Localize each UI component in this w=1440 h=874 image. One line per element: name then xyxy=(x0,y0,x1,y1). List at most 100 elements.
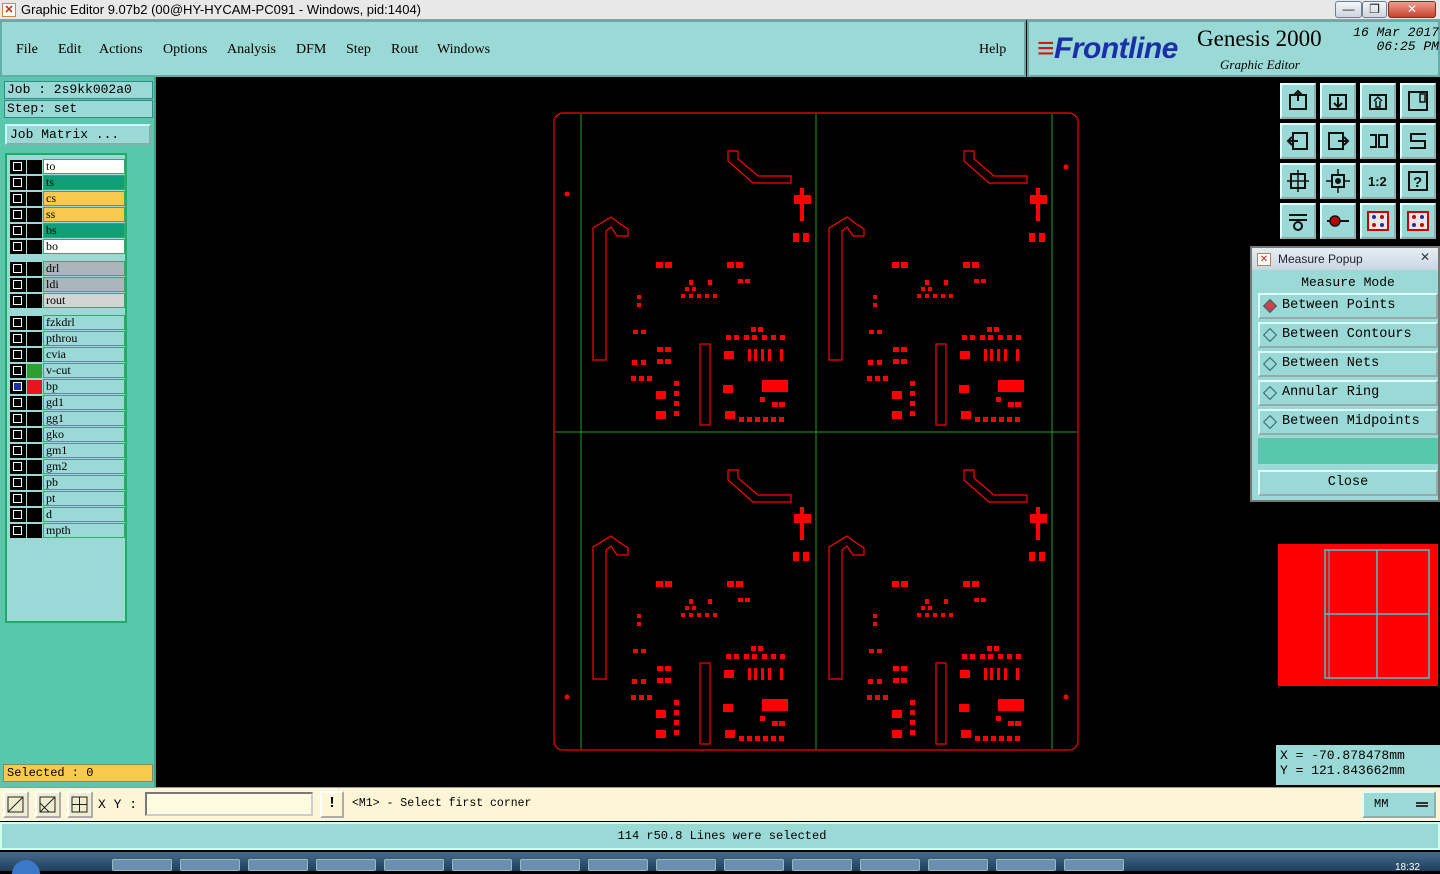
layer-checkbox[interactable] xyxy=(10,294,26,308)
snap-point-button[interactable] xyxy=(1320,203,1356,239)
layer-row-to[interactable]: to xyxy=(10,159,127,174)
layer-row-ts[interactable]: ts xyxy=(10,175,127,190)
layer-checkbox[interactable] xyxy=(10,460,26,474)
units-select[interactable]: MM xyxy=(1362,791,1436,818)
taskbar-item[interactable] xyxy=(384,859,444,871)
zoom-center-button[interactable] xyxy=(1320,163,1356,199)
layer-row-gg1[interactable]: gg1 xyxy=(10,411,127,426)
menu-options[interactable]: Options xyxy=(163,42,207,58)
layer-row-ss[interactable]: ss xyxy=(10,207,127,222)
zoom-home-button[interactable] xyxy=(1280,83,1316,119)
layers-b-button[interactable] xyxy=(1400,203,1436,239)
taskbar-item[interactable] xyxy=(996,859,1056,871)
taskbar-item[interactable] xyxy=(112,859,172,871)
layer-checkbox[interactable] xyxy=(10,380,26,394)
layer-row-pthrou[interactable]: pthrou xyxy=(10,331,127,346)
menu-edit[interactable]: Edit xyxy=(58,42,81,58)
overview-map[interactable] xyxy=(1278,544,1438,686)
fit-all-button[interactable] xyxy=(1280,163,1316,199)
layer-row-pb[interactable]: pb xyxy=(10,475,127,490)
layer-row-gm1[interactable]: gm1 xyxy=(10,443,127,458)
menu-help[interactable]: Help xyxy=(979,42,1006,58)
zoom-step-button[interactable] xyxy=(1320,83,1356,119)
taskbar-item[interactable] xyxy=(316,859,376,871)
layer-row-gko[interactable]: gko xyxy=(10,427,127,442)
redo-view-button[interactable] xyxy=(1400,123,1436,159)
layer-row-cvia[interactable]: cvia xyxy=(10,347,127,362)
snap-center-button[interactable] xyxy=(67,791,93,818)
layer-row-d[interactable]: d xyxy=(10,507,127,522)
layer-row-drl[interactable]: drl xyxy=(10,261,127,276)
layer-checkbox[interactable] xyxy=(10,240,26,254)
pan-left-button[interactable] xyxy=(1280,123,1316,159)
layer-checkbox[interactable] xyxy=(10,524,26,538)
layer-row-cs[interactable]: cs xyxy=(10,191,127,206)
layer-row-pt[interactable]: pt xyxy=(10,491,127,506)
taskbar-item[interactable] xyxy=(860,859,920,871)
settings-button[interactable] xyxy=(1280,203,1316,239)
xy-input[interactable] xyxy=(145,792,313,816)
zoom-window-button[interactable] xyxy=(1400,83,1436,119)
layer-checkbox[interactable] xyxy=(10,396,26,410)
layer-row-fzkdrl[interactable]: fzkdrl xyxy=(10,315,127,330)
scale-1-2-button[interactable]: 1:2 xyxy=(1360,163,1396,199)
taskbar-item[interactable] xyxy=(928,859,988,871)
menu-file[interactable]: File xyxy=(16,42,38,58)
taskbar-item[interactable] xyxy=(1064,859,1124,871)
measure-close-icon[interactable]: ✕ xyxy=(1416,250,1434,264)
layer-checkbox[interactable] xyxy=(10,428,26,442)
taskbar-item[interactable] xyxy=(452,859,512,871)
layer-row-mpth[interactable]: mpth xyxy=(10,523,127,538)
layer-row-bo[interactable]: bo xyxy=(10,239,127,254)
menu-windows[interactable]: Windows xyxy=(437,42,490,58)
minimize-button[interactable]: — xyxy=(1335,1,1362,18)
taskbar-item[interactable] xyxy=(248,859,308,871)
layer-checkbox[interactable] xyxy=(10,262,26,276)
layer-checkbox[interactable] xyxy=(10,192,26,206)
taskbar-item[interactable] xyxy=(588,859,648,871)
menu-rout[interactable]: Rout xyxy=(391,42,418,58)
snap-angle-button[interactable] xyxy=(35,791,61,818)
close-window-button[interactable]: ✕ xyxy=(1388,1,1436,18)
layer-row-bp[interactable]: bp xyxy=(10,379,127,394)
taskbar-item[interactable] xyxy=(180,859,240,871)
menu-analysis[interactable]: Analysis xyxy=(227,42,276,58)
measure-option-between-points[interactable]: Between Points xyxy=(1258,293,1438,319)
taskbar-item[interactable] xyxy=(520,859,580,871)
menu-actions[interactable]: Actions xyxy=(99,42,143,58)
undo-view-button[interactable] xyxy=(1360,123,1396,159)
zoom-profile-button[interactable] xyxy=(1360,83,1396,119)
maximize-button[interactable]: ❐ xyxy=(1362,1,1387,18)
taskbar-item[interactable] xyxy=(792,859,852,871)
start-icon[interactable] xyxy=(12,860,40,874)
measure-option-between-contours[interactable]: Between Contours xyxy=(1258,322,1438,348)
layer-row-gm2[interactable]: gm2 xyxy=(10,459,127,474)
layer-checkbox[interactable] xyxy=(10,160,26,174)
layer-checkbox[interactable] xyxy=(10,508,26,522)
taskbar-item[interactable] xyxy=(724,859,784,871)
help-button[interactable]: ? xyxy=(1400,163,1436,199)
layer-checkbox[interactable] xyxy=(10,476,26,490)
pan-right-button[interactable] xyxy=(1320,123,1356,159)
layer-row-ldi[interactable]: ldi xyxy=(10,277,127,292)
snap-grid-button[interactable] xyxy=(3,791,29,818)
layer-checkbox[interactable] xyxy=(10,332,26,346)
layer-checkbox[interactable] xyxy=(10,208,26,222)
layers-a-button[interactable] xyxy=(1360,203,1396,239)
layer-row-bs[interactable]: bs xyxy=(10,223,127,238)
layer-checkbox[interactable] xyxy=(10,364,26,378)
layer-checkbox[interactable] xyxy=(10,278,26,292)
measure-option-between-nets[interactable]: Between Nets xyxy=(1258,351,1438,377)
layer-checkbox[interactable] xyxy=(10,316,26,330)
graphic-canvas[interactable] xyxy=(156,77,1276,786)
taskbar-item[interactable] xyxy=(656,859,716,871)
layer-row-gd1[interactable]: gd1 xyxy=(10,395,127,410)
measure-option-annular-ring[interactable]: Annular Ring xyxy=(1258,380,1438,406)
measure-option-between-midpoints[interactable]: Between Midpoints xyxy=(1258,409,1438,435)
warning-button[interactable]: ! xyxy=(320,791,344,818)
layer-checkbox[interactable] xyxy=(10,224,26,238)
layer-row-rout[interactable]: rout xyxy=(10,293,127,308)
job-matrix-button[interactable]: Job Matrix ... xyxy=(5,124,151,145)
layer-checkbox[interactable] xyxy=(10,492,26,506)
layer-checkbox[interactable] xyxy=(10,176,26,190)
